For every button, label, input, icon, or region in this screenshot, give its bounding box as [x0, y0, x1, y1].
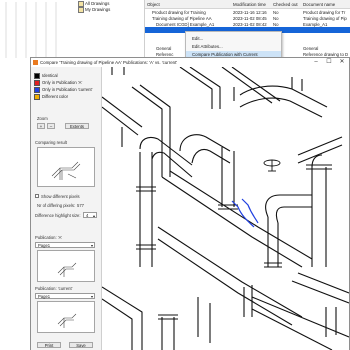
column-header-document-name[interactable]: Document name	[303, 2, 335, 7]
publication-current-label: Publication: 'current'	[35, 286, 73, 291]
preview-drawing	[57, 262, 77, 277]
chevron-down-icon: ▾	[90, 294, 93, 299]
publication-a-preview[interactable]	[37, 250, 95, 282]
compare-window: Compare 'Training drawing of Pipeline AA…	[30, 57, 350, 350]
show-pixels-label: Show different pixels	[41, 194, 80, 199]
tree-item-my-drawings[interactable]: My Drawings	[78, 7, 110, 13]
row-doc: Example_A1	[303, 21, 328, 27]
highlight-size-spinner[interactable]: 4 ▴	[83, 212, 97, 218]
minimize-button[interactable]: –	[311, 59, 321, 66]
comparison-drawing-view[interactable]	[102, 67, 349, 350]
menu-item-edit[interactable]: Edit...	[192, 36, 203, 41]
app-icon	[33, 60, 38, 65]
window-title: Compare 'Training drawing of Pipeline AA…	[40, 60, 178, 65]
chevron-down-icon: ▾	[90, 243, 93, 248]
publication-current-preview[interactable]	[37, 301, 95, 333]
tree-item-all-drawings[interactable]: All Drawings	[78, 1, 109, 7]
color-swatch	[34, 73, 40, 79]
preview-drawing	[57, 313, 77, 328]
tree-pane: All Drawings My Drawings	[0, 0, 145, 58]
row-time: 2023-11-16 12:16	[233, 9, 267, 15]
row-checked: No	[273, 9, 279, 15]
list-header: Object Modification time Checked out Doc…	[145, 0, 350, 9]
legend-only-current: Only in Publication 'current'	[34, 87, 92, 93]
save-button[interactable]: Save	[69, 342, 93, 348]
row-doc: Product drawing for Tr	[303, 9, 346, 15]
legend-identical: Identical	[34, 73, 58, 79]
row-time: 2023-11-02 08:42	[233, 21, 267, 27]
folder-icon	[78, 1, 84, 7]
column-header-checked-out[interactable]: Checked out	[273, 2, 298, 7]
row-doc: Reference drawing to D	[303, 51, 349, 57]
show-pixels-checkbox[interactable]	[35, 194, 39, 198]
zoom-in-button[interactable]: +	[37, 123, 45, 129]
extents-button[interactable]: Extents	[65, 123, 89, 129]
publication-a-select[interactable]: Page1 ▾	[35, 242, 95, 248]
zoom-label: Zoom	[37, 116, 48, 121]
row-object: Training drawing of Pipeline AA	[152, 15, 212, 21]
comparing-result-label: Comparing result	[35, 140, 67, 145]
column-header-object[interactable]: Object	[147, 2, 160, 7]
pipeline-drawing	[102, 67, 349, 350]
color-swatch	[34, 94, 40, 100]
tree-guide-lines	[5, 2, 57, 58]
row-time: 2023-11-02 08:45	[233, 15, 267, 21]
maximize-button[interactable]: ☐	[324, 59, 334, 66]
valve-icon	[263, 159, 281, 172]
menu-item-edit-attributes[interactable]: Edit Attributes...	[192, 44, 223, 49]
spinner-arrows-icon: ▴	[92, 213, 95, 218]
row-object: Referenc	[156, 51, 174, 57]
row-checked: No	[273, 21, 279, 27]
close-button[interactable]: ✕	[337, 59, 347, 66]
diff-pixels-label: Nr of differing pixels:	[37, 203, 76, 208]
row-checked: No	[273, 15, 279, 21]
print-button[interactable]: Print	[37, 342, 61, 348]
color-swatch	[34, 87, 40, 93]
comparing-result-preview[interactable]	[37, 147, 95, 187]
row-object: Document ICGD] Example_A1	[156, 21, 215, 27]
publication-a-label: Publication: 'A'	[35, 235, 63, 240]
color-swatch	[34, 80, 40, 86]
preview-drawing	[51, 161, 81, 180]
highlight-size-label: Difference highlight size:	[35, 213, 81, 218]
row-object: Product drawing for Training	[152, 9, 206, 15]
folder-icon	[78, 7, 84, 13]
legend-different-color: Different color	[34, 94, 68, 100]
column-header-modification-time[interactable]: Modification time	[233, 2, 266, 7]
options-panel: Identical Only in Publication 'A' Only i…	[31, 67, 102, 350]
row-object: General	[156, 45, 172, 51]
legend-only-a: Only in Publication 'A'	[34, 80, 82, 86]
publication-current-select[interactable]: Page1 ▾	[35, 293, 95, 299]
row-doc: General	[303, 45, 319, 51]
diff-pixels-value: 577	[77, 203, 84, 208]
row-doc: Training drawing of Pip	[303, 15, 347, 21]
zoom-out-button[interactable]: –	[47, 123, 55, 129]
